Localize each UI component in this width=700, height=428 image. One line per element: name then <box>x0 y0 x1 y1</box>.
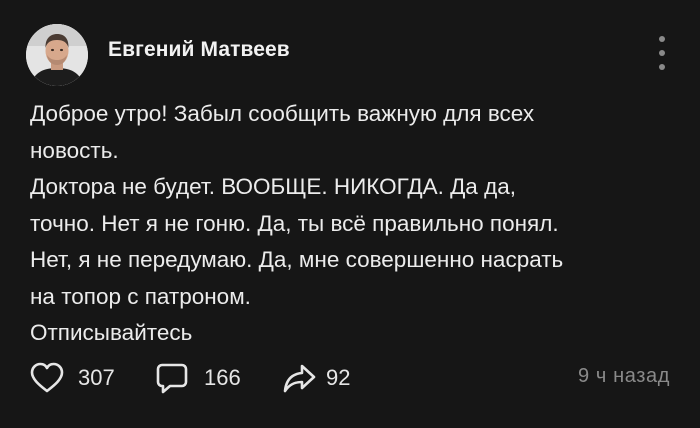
comment-count: 166 <box>204 365 241 390</box>
like-count: 307 <box>78 365 115 390</box>
post-text: Доброе утро! Забыл сообщить важную для в… <box>30 96 680 352</box>
post-timestamp: 9 ч назад <box>578 365 670 387</box>
post-text-line: точно. Нет я не гоню. Да, ты всё правиль… <box>30 210 559 236</box>
avatar-photo <box>26 24 88 86</box>
post-text-line: Доброе утро! Забыл сообщить важную для в… <box>30 101 535 126</box>
comment-button[interactable]: 166 <box>156 358 241 398</box>
post-text-line: Нет, я не передумаю. Да, мне совершенно … <box>30 247 564 272</box>
post-actions: 307 166 92 9 ч назад <box>30 358 670 398</box>
post-text-line: новость. <box>30 137 119 163</box>
post-text-line: Доктора не будет. ВООБЩЕ. НИКОГДА. Да да… <box>30 174 516 199</box>
share-button[interactable]: 92 <box>282 358 350 398</box>
author-name[interactable]: Евгений Матвеев <box>108 38 290 62</box>
post-card: Евгений Матвеев Доброе утро! Забыл сообщ… <box>0 0 700 428</box>
more-vertical-icon[interactable] <box>654 36 670 70</box>
post-text-line: Отписывайтесь <box>30 320 193 345</box>
like-button[interactable]: 307 <box>30 358 115 398</box>
avatar[interactable] <box>26 24 88 86</box>
heart-icon <box>30 362 64 393</box>
post-text-line: на топор с патроном. <box>30 283 251 309</box>
comment-bubble-icon <box>156 363 188 394</box>
share-arrow-icon <box>283 364 316 393</box>
share-count: 92 <box>326 365 351 390</box>
